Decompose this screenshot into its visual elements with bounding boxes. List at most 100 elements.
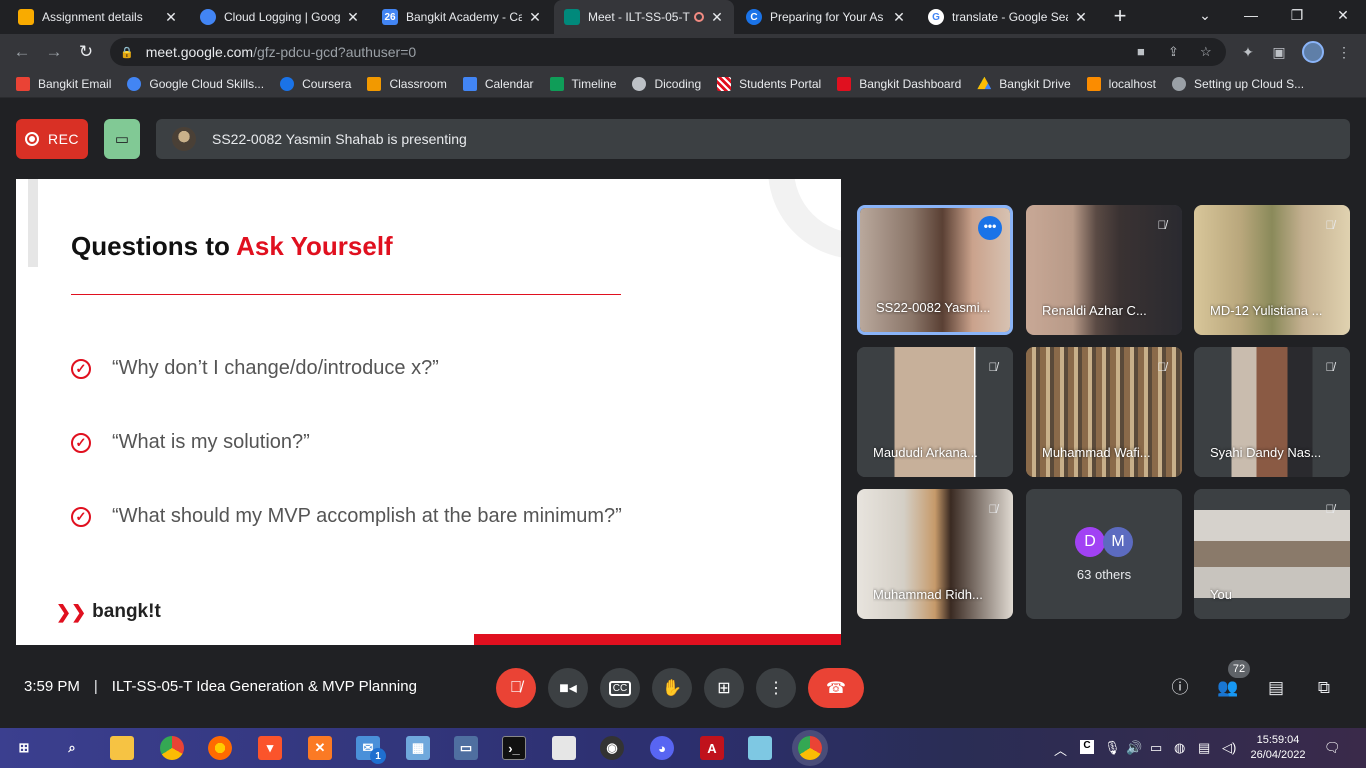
bookmark-localhost[interactable]: localhost — [1086, 76, 1156, 91]
tab-preparing[interactable]: C Preparing for Your As ✕ — [736, 0, 916, 34]
volume-tray-icon[interactable]: 🔊 — [1126, 740, 1142, 756]
gmail-icon — [16, 76, 30, 91]
side-panel-icon[interactable]: ▣ — [1269, 42, 1289, 62]
bookmark-classroom[interactable]: Classroom — [367, 76, 447, 91]
ccleaner-tray-icon[interactable]: C — [1080, 740, 1094, 754]
checkmark-icon: ✓ — [71, 358, 91, 379]
bookmark-coursera[interactable]: Coursera — [280, 76, 351, 91]
chrome-menu-icon[interactable]: ⋮ — [1334, 42, 1354, 62]
toggle-microphone-button[interactable]: 🎙̸ — [496, 668, 536, 708]
checkmark-icon: ✓ — [71, 432, 91, 453]
tab-search-chevron-icon[interactable]: ⌄ — [1182, 0, 1228, 30]
chrome-active-icon[interactable] — [798, 736, 822, 760]
avatar: D — [1075, 526, 1105, 557]
more-options-button[interactable]: ⋮ — [756, 668, 796, 708]
bookmark-dicoding[interactable]: Dicoding — [632, 76, 701, 91]
network-globe-tray-icon[interactable]: ◍ — [1174, 740, 1185, 756]
acrobat-icon[interactable]: A — [700, 736, 724, 760]
reload-icon[interactable]: ↻ — [74, 40, 98, 64]
close-tab-icon[interactable]: ✕ — [1074, 9, 1088, 26]
leave-call-button[interactable]: ☎ — [808, 668, 864, 708]
meeting-details-info-icon[interactable]: ⓘ — [1168, 676, 1192, 700]
bookmark-bangkit-email[interactable]: Bangkit Email — [16, 76, 111, 91]
bookmark-google-cloud-skills[interactable]: Google Cloud Skills... — [127, 76, 264, 91]
chrome-icon[interactable] — [160, 736, 184, 760]
terminal-icon[interactable]: ›_ — [502, 736, 526, 760]
discord-icon[interactable]: ◕ — [650, 736, 674, 760]
logo-text: bangk!t — [92, 601, 161, 622]
camera-icon: ■◂ — [559, 680, 577, 697]
bookmark-star-icon[interactable]: ☆ — [1200, 44, 1212, 60]
raise-hand-button[interactable]: ✋ — [652, 668, 692, 708]
camera-in-use-icon[interactable]: ■ — [1137, 44, 1145, 59]
browser-tab-strip: Assignment details ✕ Cloud Logging | Goo… — [0, 0, 1366, 34]
close-tab-icon[interactable]: ✕ — [710, 9, 724, 26]
participant-tile[interactable]: 🎙̸ Syahi Dandy Nas... — [1194, 347, 1350, 477]
battery-tray-icon[interactable]: ▭ — [1150, 740, 1162, 756]
toggle-camera-button[interactable]: ■◂ — [548, 668, 588, 708]
tab-translate[interactable]: G translate - Google Sea ✕ — [918, 0, 1098, 34]
windows-start-icon[interactable]: ⊞ — [12, 736, 36, 760]
notes-icon[interactable] — [748, 736, 772, 760]
present-now-button[interactable]: ⊞ — [704, 668, 744, 708]
file-explorer-icon[interactable] — [110, 736, 134, 760]
bookmark-setting-up-cloud[interactable]: Setting up Cloud S... — [1172, 76, 1304, 91]
bookmark-timeline[interactable]: Timeline — [549, 76, 616, 91]
more-options-icon[interactable]: ••• — [978, 216, 1002, 240]
new-tab-plus-icon[interactable]: + — [1108, 5, 1132, 29]
notifications-icon[interactable]: 🗨 — [1324, 740, 1341, 756]
chat-icon[interactable]: ▤ — [1264, 676, 1288, 700]
search-icon[interactable]: ⌕ — [60, 736, 84, 760]
others-tile[interactable]: D M 63 others — [1026, 489, 1182, 619]
back-arrow-icon[interactable]: ← — [10, 40, 34, 64]
participant-tile[interactable]: 🎙̸ Maududi Arkana... — [857, 347, 1013, 477]
forward-arrow-icon[interactable]: → — [42, 40, 66, 64]
microphone-tray-icon[interactable]: 🎙 — [1104, 740, 1121, 756]
profile-avatar[interactable] — [1302, 41, 1324, 63]
captions-button[interactable]: CC — [600, 668, 640, 708]
restore-window-icon[interactable]: ❐ — [1274, 0, 1320, 30]
close-tab-icon[interactable]: ✕ — [346, 9, 360, 26]
bookmark-calendar[interactable]: Calendar — [462, 76, 534, 91]
url-input[interactable]: 🔒 meet.google.com/gfz-pdcu-gcd?authuser=… — [110, 38, 1226, 66]
people-icon[interactable]: 👥 — [1216, 676, 1240, 700]
mail-badge: 1 — [370, 748, 386, 764]
bookmark-bangkit-drive[interactable]: Bangkit Drive — [977, 76, 1071, 91]
share-icon[interactable]: ⇪ — [1168, 44, 1179, 60]
firefox-icon[interactable] — [208, 736, 232, 760]
tab-cloud-logging[interactable]: Cloud Logging | Goog ✕ — [190, 0, 370, 34]
tab-bangkit-academy[interactable]: 26 Bangkit Academy - Ca ✕ — [372, 0, 552, 34]
avatar: M — [1103, 526, 1133, 557]
remote-desktop-icon[interactable]: ▭ — [454, 736, 478, 760]
participant-tile[interactable]: 🎙̸ Muhammad Wafi... — [1026, 347, 1182, 477]
tab-assignment-details[interactable]: Assignment details ✕ — [8, 0, 188, 34]
participant-tile[interactable]: 🎙̸ Renaldi Azhar C... — [1026, 205, 1182, 335]
minimize-window-icon[interactable]: — — [1228, 0, 1274, 30]
students-portal-icon — [717, 76, 732, 91]
activities-icon[interactable]: ⧉ — [1312, 676, 1336, 700]
bullet-text: “Why don’t I change/do/introduce x?” — [112, 357, 439, 379]
photos-icon[interactable]: ▦ — [406, 736, 430, 760]
recording-button[interactable]: REC — [16, 119, 88, 159]
close-tab-icon[interactable]: ✕ — [164, 9, 178, 26]
taskbar-clock[interactable]: 15:59:04 26/04/2022 — [1250, 733, 1306, 763]
xampp-icon[interactable]: ✕ — [308, 736, 332, 760]
self-tile[interactable]: 🎙̸ You — [1194, 489, 1350, 619]
close-tab-icon[interactable]: ✕ — [528, 9, 542, 26]
close-tab-icon[interactable]: ✕ — [892, 9, 906, 26]
speaker-tray-icon[interactable]: ◁) — [1222, 740, 1236, 756]
brave-icon[interactable]: ▾ — [258, 736, 282, 760]
participant-tile[interactable]: 🎙̸ Muhammad Ridh... — [857, 489, 1013, 619]
bookmark-students-portal[interactable]: Students Portal — [717, 76, 821, 91]
tab-meet[interactable]: Meet - ILT-SS-05-T ✕ — [554, 0, 734, 34]
participant-tile[interactable]: 🎙̸ MD-12 Yulistiana ... — [1194, 205, 1350, 335]
bookmark-bangkit-dashboard[interactable]: Bangkit Dashboard — [837, 76, 961, 91]
notepad-icon[interactable] — [552, 736, 576, 760]
close-window-icon[interactable]: ✕ — [1320, 0, 1366, 30]
extensions-puzzle-icon[interactable]: ✦ — [1238, 42, 1258, 62]
participant-tile[interactable]: ••• SS22-0082 Yasmi... — [857, 205, 1013, 335]
tray-overflow-chevron-icon[interactable]: ︿ — [1054, 740, 1067, 759]
obs-icon[interactable]: ◉ — [600, 736, 624, 760]
wifi-tray-icon[interactable]: ▤ — [1198, 740, 1210, 756]
companion-mode-button[interactable]: ▭ — [104, 119, 140, 159]
